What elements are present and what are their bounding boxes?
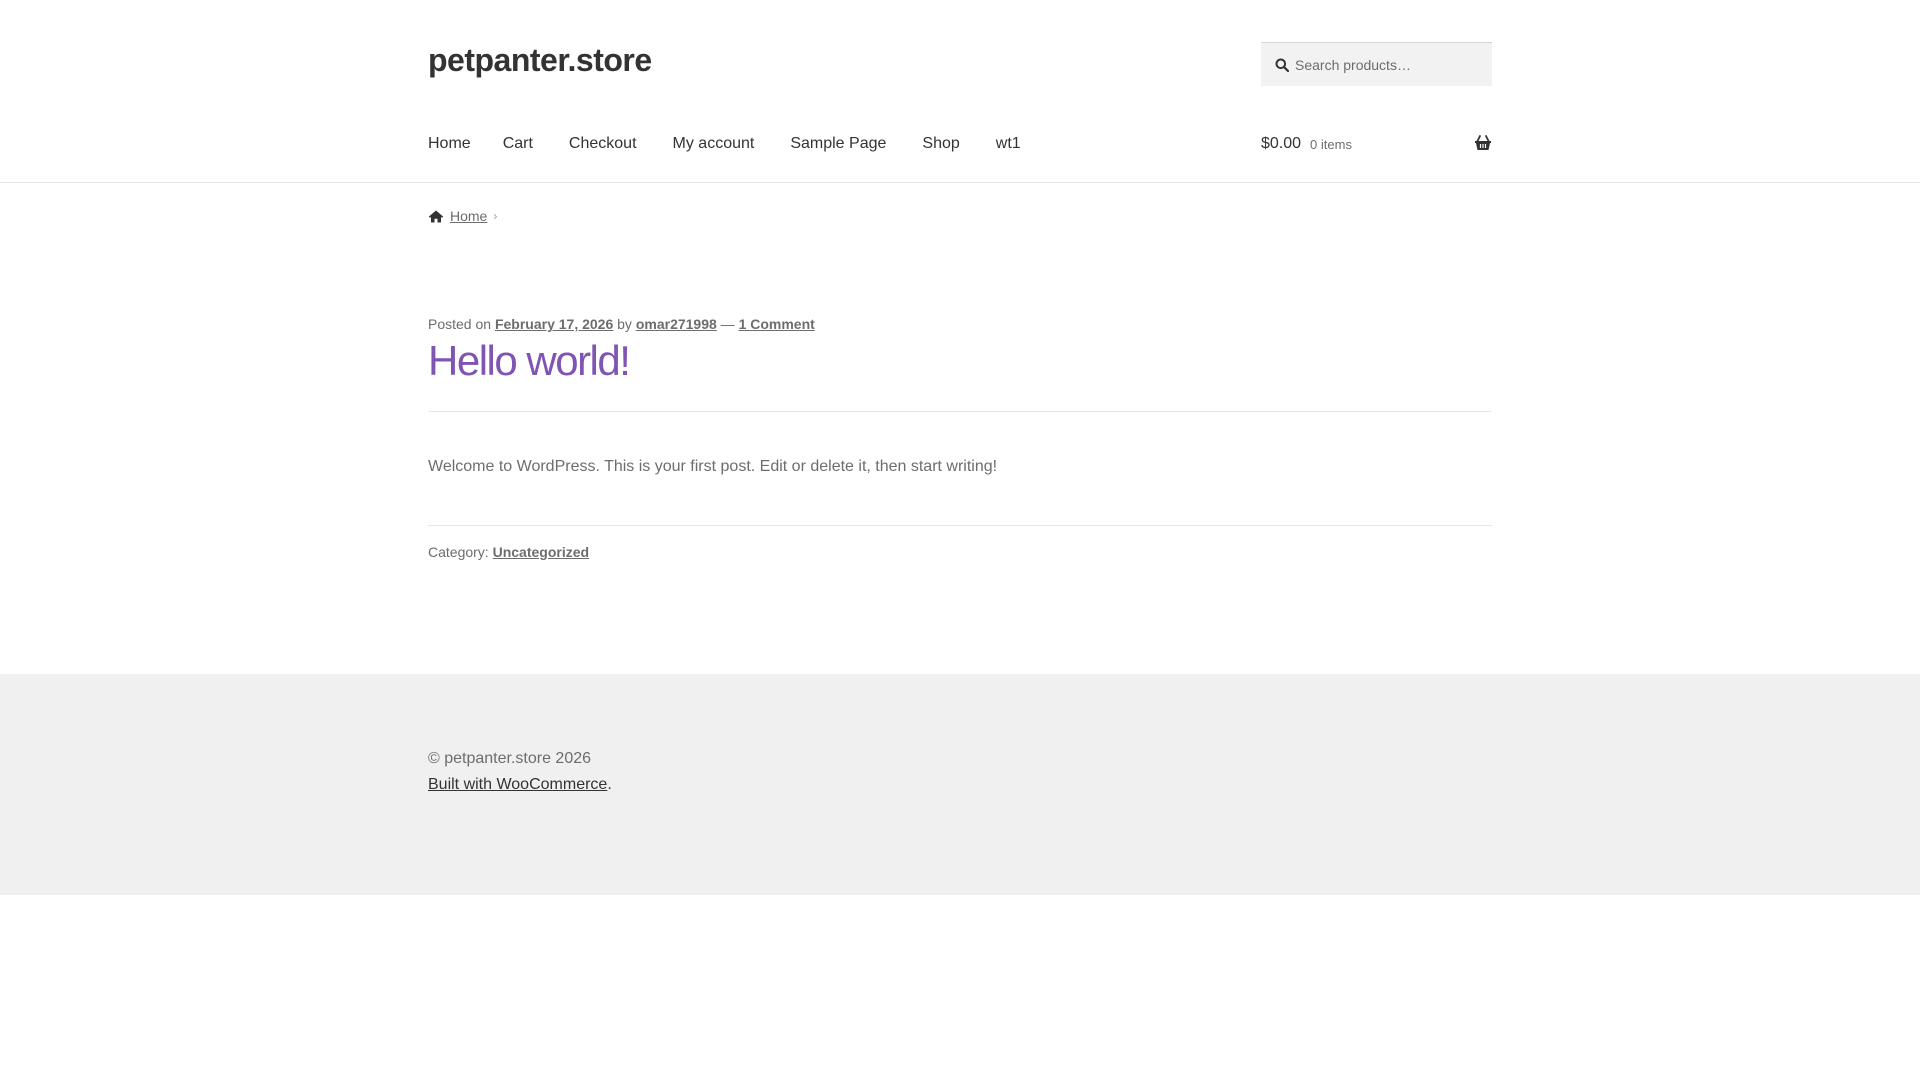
post-title: Hello world! <box>428 337 631 384</box>
home-icon <box>428 210 444 222</box>
search-box[interactable] <box>1261 42 1492 86</box>
breadcrumb-separator-icon: › <box>493 209 498 223</box>
breadcrumb: Home › <box>428 208 497 224</box>
nav-item-wt1[interactable]: wt1 <box>996 132 1021 156</box>
post-header-divider <box>428 411 1492 412</box>
post-category: Category: Uncategorized <box>428 544 589 560</box>
nav-item-checkout[interactable]: Checkout <box>569 132 637 156</box>
post-content: Welcome to WordPress. This is your first… <box>428 458 998 475</box>
breadcrumb-home-link[interactable]: Home <box>450 208 487 224</box>
cart-count: 0 items <box>1310 136 1352 152</box>
nav-item-home[interactable]: Home <box>428 132 471 156</box>
cart-amount: $0.00 <box>1261 135 1302 152</box>
footer-copyright: © petpanter.store 2026 <box>428 750 592 767</box>
post-footer-divider <box>428 525 1492 526</box>
category-link[interactable]: Uncategorized <box>493 544 589 560</box>
site-title[interactable]: petpanter.store <box>428 38 652 82</box>
post-date-link[interactable]: February 17, 2026 <box>495 316 613 332</box>
header-cart[interactable]: $0.00 0 items <box>1261 132 1492 156</box>
built-with-woocommerce-link[interactable]: Built with WooCommerce <box>428 776 607 793</box>
post-author-link[interactable]: omar271998 <box>636 316 717 332</box>
search-input[interactable] <box>1295 56 1485 73</box>
nav-item-cart[interactable]: Cart <box>503 132 533 156</box>
site-footer: © petpanter.store 2026 Built with WooCom… <box>0 674 1920 895</box>
site-header: petpanter.store Home Cart Checkout My ac… <box>0 0 1920 183</box>
post-comments-link[interactable]: 1 Comment <box>739 316 815 332</box>
nav-item-sample-page[interactable]: Sample Page <box>790 132 886 156</box>
nav-item-shop[interactable]: Shop <box>922 132 959 156</box>
main-navigation: Home Cart Checkout My account Sample Pag… <box>428 132 1021 156</box>
posted-on-label: Posted on <box>428 316 492 332</box>
by-label: by <box>617 316 632 332</box>
search-icon <box>1275 58 1289 72</box>
category-label: Category: <box>428 544 489 560</box>
meta-dash: — <box>720 316 735 332</box>
post-meta: Posted on February 17, 2026 by omar27199… <box>428 316 815 332</box>
footer-credit: Built with WooCommerce. <box>428 772 612 798</box>
footer-credit-period: . <box>607 776 612 793</box>
shopping-basket-icon <box>1475 135 1491 150</box>
nav-item-my-account[interactable]: My account <box>673 132 755 156</box>
